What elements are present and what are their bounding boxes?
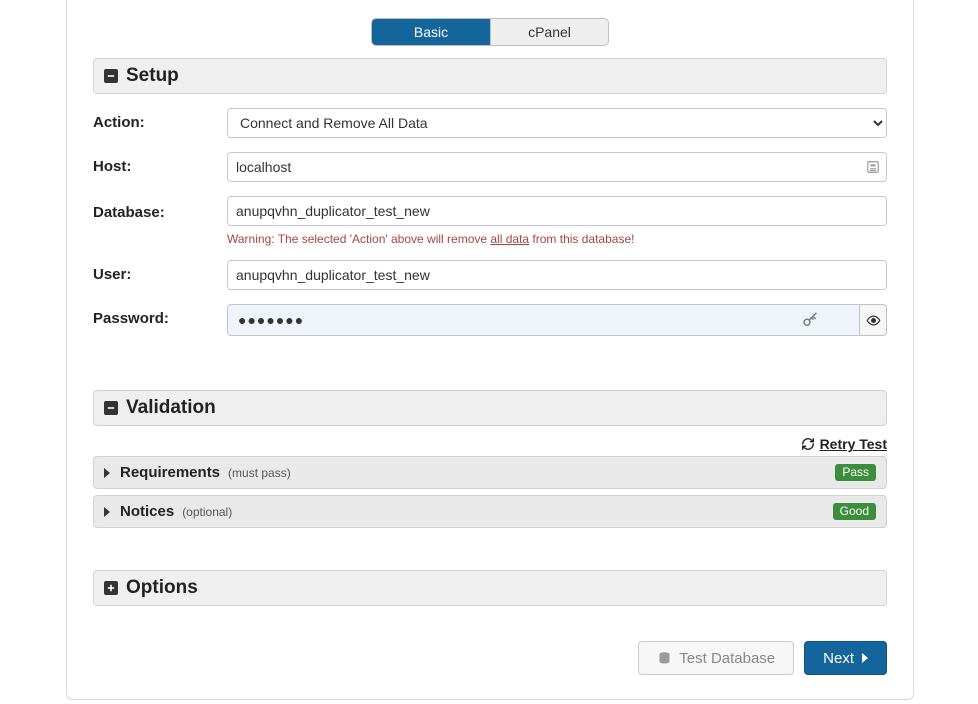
- database-label: Database:: [93, 196, 227, 221]
- requirements-row[interactable]: Requirements (must pass) Pass: [93, 456, 887, 489]
- section-validation-header[interactable]: Validation: [93, 390, 887, 426]
- action-select[interactable]: Connect and Remove All Data: [227, 108, 887, 138]
- section-options-title: Options: [126, 577, 198, 599]
- installer-panel: Basic cPanel Setup Action: Connect and R…: [66, 0, 914, 700]
- refresh-icon: [801, 437, 815, 451]
- notices-badge: Good: [833, 503, 876, 520]
- contact-card-icon: [865, 159, 881, 175]
- tab-cpanel-label: cPanel: [528, 24, 571, 40]
- section-setup-title: Setup: [126, 65, 179, 87]
- notices-note: (optional): [182, 505, 232, 519]
- host-label: Host:: [93, 152, 227, 175]
- test-database-button[interactable]: Test Database: [638, 641, 794, 675]
- password-label: Password:: [93, 304, 227, 327]
- requirements-badge: Pass: [835, 464, 876, 481]
- setup-form: Action: Connect and Remove All Data Host…: [93, 108, 887, 336]
- minus-icon: [104, 69, 118, 83]
- tab-basic[interactable]: Basic: [372, 19, 490, 45]
- host-input[interactable]: [227, 152, 887, 182]
- footer-buttons: Test Database Next: [638, 641, 887, 675]
- section-validation-title: Validation: [126, 397, 216, 419]
- eye-icon: [866, 313, 881, 328]
- toggle-password-button[interactable]: [859, 304, 887, 336]
- section-options-header[interactable]: Options: [93, 570, 887, 606]
- next-button[interactable]: Next: [804, 641, 887, 675]
- tab-basic-label: Basic: [414, 24, 448, 40]
- action-label: Action:: [93, 108, 227, 131]
- caret-right-icon: [104, 468, 110, 478]
- notices-title: Notices: [120, 503, 174, 520]
- tab-cpanel[interactable]: cPanel: [490, 19, 608, 45]
- database-warning: Warning: The selected 'Action' above wil…: [227, 232, 887, 246]
- retry-test-link[interactable]: Retry Test: [801, 436, 887, 452]
- user-label: User:: [93, 260, 227, 283]
- notices-row[interactable]: Notices (optional) Good: [93, 495, 887, 528]
- password-input[interactable]: [227, 304, 859, 336]
- minus-icon: [104, 401, 118, 415]
- requirements-note: (must pass): [228, 466, 291, 480]
- retry-test-label: Retry Test: [820, 436, 887, 452]
- requirements-title: Requirements: [120, 464, 220, 481]
- database-icon: [657, 651, 672, 666]
- user-input[interactable]: [227, 260, 887, 290]
- database-input[interactable]: [227, 196, 887, 226]
- key-icon: [801, 311, 819, 329]
- test-database-label: Test Database: [679, 650, 775, 667]
- next-label: Next: [823, 650, 854, 667]
- section-setup-header[interactable]: Setup: [93, 58, 887, 94]
- plus-icon: [104, 581, 118, 595]
- chevron-right-icon: [862, 653, 868, 663]
- db-mode-tabs: Basic cPanel: [93, 0, 887, 58]
- caret-right-icon: [104, 507, 110, 517]
